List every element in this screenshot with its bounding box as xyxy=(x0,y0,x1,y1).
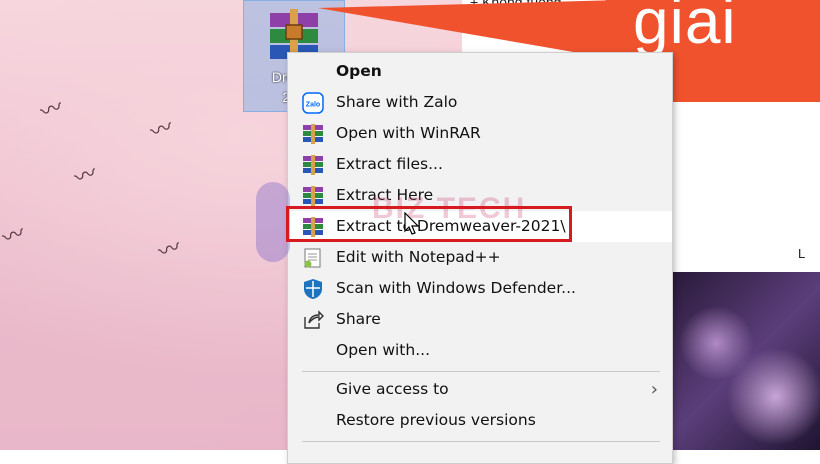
menu-item-label: Open xyxy=(336,62,382,80)
menu-item-label: Give access to xyxy=(336,380,449,398)
menu-separator xyxy=(302,371,660,372)
menu-item-share[interactable]: Share xyxy=(288,304,672,335)
menu-item-label: Scan with Windows Defender... xyxy=(336,279,576,297)
winrar-icon xyxy=(302,185,324,207)
winrar-icon xyxy=(302,154,324,176)
menu-item-edit-with-notepad-plus-plus[interactable]: Edit with Notepad++ xyxy=(288,242,672,273)
menu-item-label: Restore previous versions xyxy=(336,411,536,429)
menu-item-label: Open with WinRAR xyxy=(336,124,481,142)
menu-item-label: Share xyxy=(336,310,381,328)
menu-item-share-with-zalo[interactable]: Zalo Share with Zalo xyxy=(288,87,672,118)
menu-item-label: Open with... xyxy=(336,341,430,359)
notepad-plus-plus-icon xyxy=(302,247,324,269)
mouse-cursor-icon xyxy=(404,211,420,240)
menu-item-label: Extract files... xyxy=(336,155,443,173)
zalo-icon: Zalo xyxy=(302,92,324,114)
winrar-icon xyxy=(302,123,324,145)
menu-item-open-with[interactable]: Open with... xyxy=(288,335,672,366)
menu-item-open-with-winrar[interactable]: Open with WinRAR xyxy=(288,118,672,149)
highlight-box xyxy=(286,206,572,242)
menu-item-label: Share with Zalo xyxy=(336,93,458,111)
menu-item-scan-with-windows-defender[interactable]: Scan with Windows Defender... xyxy=(288,273,672,304)
share-icon xyxy=(302,309,324,331)
menu-item-give-access-to[interactable]: Give access to › xyxy=(288,374,672,405)
callout-text: giai xyxy=(633,0,737,57)
context-menu: Open Zalo Share with Zalo Open with WinR… xyxy=(287,52,673,464)
menu-item-label: Edit with Notepad++ xyxy=(336,248,501,266)
windows-defender-icon xyxy=(302,278,324,300)
menu-separator xyxy=(302,441,660,442)
menu-item-extract-files[interactable]: Extract files... xyxy=(288,149,672,180)
chevron-right-icon: › xyxy=(650,379,658,400)
svg-text:Zalo: Zalo xyxy=(306,102,320,109)
menu-item-open[interactable]: Open xyxy=(288,56,672,87)
watermark-logo xyxy=(256,182,290,262)
menu-item-restore-previous-versions[interactable]: Restore previous versions xyxy=(288,405,672,436)
